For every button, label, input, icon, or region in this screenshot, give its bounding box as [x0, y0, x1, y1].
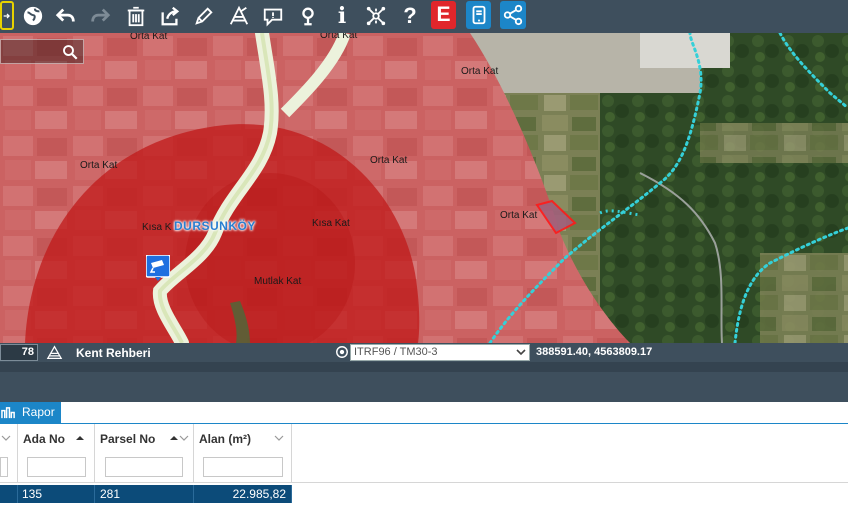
report-grid: Ada No Parsel No Alan (m²) 135 281 22.98… — [0, 424, 848, 530]
undo-button[interactable] — [53, 1, 79, 30]
network-icon — [366, 6, 386, 25]
redo-button[interactable] — [87, 1, 113, 30]
table-cell-ada: 135 — [18, 485, 95, 503]
map-search[interactable] — [0, 39, 84, 64]
search-input[interactable] — [1, 40, 61, 63]
table-cell-parsel: 281 — [95, 485, 194, 503]
zone-label: Orta Kat — [500, 210, 538, 221]
app-name: Kent Rehberi — [76, 346, 151, 360]
e-button[interactable]: E — [431, 1, 456, 29]
globe-button[interactable] — [20, 1, 46, 30]
map-imagery — [0, 33, 848, 343]
draw-button[interactable] — [191, 1, 217, 30]
filter-input[interactable] — [203, 457, 283, 477]
zone-label: Orta Kat — [130, 33, 168, 42]
column-header-alan[interactable]: Alan (m²) — [194, 424, 292, 482]
map-view[interactable]: Orta Kat Orta Kat Orta Kat Orta Kat Orta… — [0, 33, 848, 343]
sort-asc-icon — [76, 436, 84, 440]
zone-label: Kısa Kat — [312, 218, 350, 229]
report-icon — [1, 407, 15, 419]
column-header-label: Ada No — [23, 432, 65, 446]
comment-icon — [263, 8, 283, 26]
mobile-button[interactable] — [466, 1, 491, 29]
column-header-ada[interactable]: Ada No — [18, 424, 95, 482]
zone-label: Orta Kat — [461, 66, 499, 77]
crs-select[interactable]: ITRF96 / TM30-3 — [350, 344, 530, 361]
network-button[interactable] — [363, 1, 389, 30]
sort-asc-icon — [170, 436, 178, 440]
panel-header — [0, 372, 848, 402]
camera-marker-icon[interactable] — [146, 255, 170, 281]
panel-splitter[interactable] — [0, 362, 848, 372]
zone-label: Orta Kat — [80, 160, 118, 171]
city-guide-icon — [46, 345, 63, 359]
globe-icon — [23, 6, 43, 25]
measure-icon — [229, 5, 249, 25]
scale-display: 78 — [0, 344, 38, 361]
share-icon — [503, 4, 523, 26]
column-header-parsel[interactable]: Parsel No — [95, 424, 194, 482]
redo-icon — [91, 8, 111, 22]
filter-input[interactable] — [27, 457, 86, 477]
chevron-down-icon — [179, 435, 189, 441]
share-button[interactable] — [500, 1, 526, 29]
trash-icon — [127, 6, 145, 26]
target-icon — [336, 346, 348, 358]
tab-rapor[interactable]: Rapor — [0, 402, 61, 423]
column-header-label: Alan (m²) — [199, 432, 251, 446]
table-cell — [0, 485, 18, 503]
filter-input[interactable] — [105, 457, 183, 477]
share-out-icon — [161, 6, 180, 25]
main-toolbar: i ? E — [0, 0, 848, 33]
help-icon: ? — [403, 2, 417, 28]
tab-label: Rapor — [22, 405, 55, 419]
comment-button[interactable] — [260, 1, 286, 30]
measure-button[interactable] — [226, 1, 252, 30]
chevron-down-icon — [516, 349, 526, 356]
search-icon[interactable] — [61, 43, 79, 61]
chevron-down-icon — [1, 435, 11, 441]
filter-input[interactable] — [0, 457, 8, 477]
help-button[interactable]: ? — [397, 1, 423, 30]
zone-label: Orta Kat — [320, 33, 358, 41]
column-header-label: Parsel No — [100, 432, 156, 446]
undo-icon — [55, 8, 75, 22]
export-button[interactable] — [157, 1, 183, 30]
table-cell-alan: 22.985,82 — [194, 485, 292, 503]
location-pin-icon — [302, 7, 314, 25]
login-button[interactable] — [0, 1, 14, 30]
divider — [0, 482, 848, 483]
zone-label: Kısa K — [142, 222, 172, 233]
login-icon — [3, 12, 10, 19]
delete-button[interactable] — [123, 1, 149, 30]
table-row[interactable]: 135 281 22.985,82 — [0, 485, 292, 503]
info-icon: i — [337, 2, 347, 29]
chevron-down-icon — [274, 435, 284, 441]
pencil-icon — [195, 6, 213, 25]
zone-label: Orta Kat — [370, 155, 408, 166]
zone-label: Mutlak Kat — [254, 276, 302, 287]
location-button[interactable] — [295, 1, 321, 30]
crs-value: ITRF96 / TM30-3 — [354, 346, 438, 358]
coordinate-readout: 388591.40, 4563809.17 — [536, 346, 653, 358]
status-bar: 78 Kent Rehberi ITRF96 / TM30-3 388591.4… — [0, 343, 848, 362]
village-label: DURSUNKÖY — [174, 219, 256, 233]
info-button[interactable]: i — [329, 1, 355, 30]
mobile-icon — [472, 5, 485, 25]
e-badge-icon: E — [436, 3, 451, 26]
column-header[interactable] — [0, 424, 18, 482]
